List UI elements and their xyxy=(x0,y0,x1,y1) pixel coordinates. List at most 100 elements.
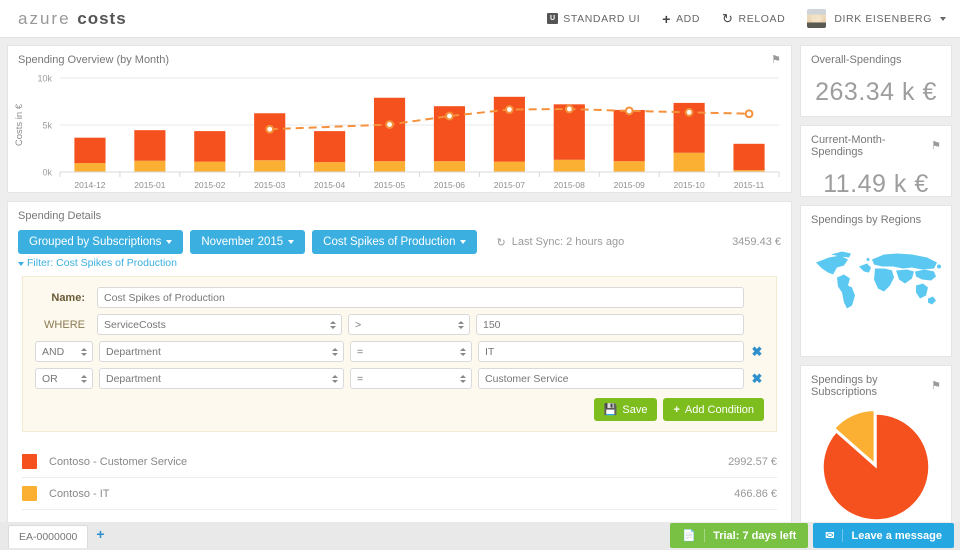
enrollment-tab[interactable]: EA-0000000 xyxy=(8,524,89,548)
table-row[interactable]: Contoso - Customer Service 2992.57 € xyxy=(22,446,777,478)
month-dropdown[interactable]: November 2015 xyxy=(190,230,306,254)
overall-spendings-title: Overall-Spendings xyxy=(811,54,902,66)
svg-text:2015-04: 2015-04 xyxy=(314,180,345,190)
trial-status-button[interactable]: 📄 Trial: 7 days left xyxy=(670,523,809,548)
add-condition-button[interactable]: + Add Condition xyxy=(663,398,764,421)
flag-icon[interactable]: ⚑ xyxy=(931,140,941,152)
svg-text:2015-02: 2015-02 xyxy=(194,180,225,190)
save-button[interactable]: 💾 Save xyxy=(593,398,658,421)
condition-operator-select-1[interactable]: = xyxy=(350,341,472,362)
page-title: Spending Overview (by Month) xyxy=(18,54,170,66)
refresh-icon[interactable]: ↻ xyxy=(496,236,505,249)
nav-standard-ui[interactable]: U STANDARD UI xyxy=(547,13,640,25)
triangle-down-icon xyxy=(18,262,24,266)
bar-chart: 0k 5k 10k Costs in € 2014-12 2015-01 2015-02 20… xyxy=(8,70,785,190)
svg-text:0k: 0k xyxy=(42,168,52,178)
svg-text:2015-01: 2015-01 xyxy=(134,180,165,190)
add-tab-icon[interactable]: + xyxy=(96,526,104,546)
condition-field-select-2[interactable]: Department xyxy=(99,368,344,389)
table-row[interactable]: Contoso - IT 466.86 € xyxy=(22,478,777,510)
spending-overview-header: Spending Overview (by Month) ⚑ xyxy=(8,46,791,70)
add-condition-label: Add Condition xyxy=(684,403,754,416)
condition-value-input-1[interactable]: IT xyxy=(478,341,744,362)
condition-operator-value-1: = xyxy=(357,345,364,358)
world-map-chart[interactable] xyxy=(801,230,951,326)
filter-name-row: Name: Cost Spikes of Production xyxy=(35,287,764,308)
nav-reload-label: RELOAD xyxy=(738,12,786,25)
detail-row-amount: 466.86 € xyxy=(734,487,777,500)
last-sync-text: Last Sync: 2 hours ago xyxy=(511,236,625,248)
save-disk-icon: 💾 xyxy=(603,404,618,416)
chevron-down-icon xyxy=(288,240,295,244)
remove-condition-icon[interactable]: ✖ xyxy=(750,344,764,360)
current-month-spendings-card: Current-Month-Spendings ⚑ 11.49 k € xyxy=(800,125,952,198)
filter-name-input[interactable]: Cost Spikes of Production xyxy=(97,287,744,308)
svg-text:2015-09: 2015-09 xyxy=(614,180,645,190)
flag-icon[interactable]: ⚑ xyxy=(771,54,781,66)
condition-logic-select-2[interactable]: OR xyxy=(35,368,93,389)
page-body: Spending Overview (by Month) ⚑ 0k 5k 10k Co… xyxy=(0,38,960,543)
current-month-spendings-header: Current-Month-Spendings ⚑ xyxy=(801,126,951,162)
plus-icon: + xyxy=(662,10,672,27)
user-menu[interactable]: DIRK EISENBERG xyxy=(807,9,946,28)
envelope-icon: ✉ xyxy=(825,529,844,542)
spinner-icon xyxy=(330,320,336,329)
overall-spendings-card: Overall-Spendings 263.34 k € xyxy=(800,45,952,117)
filter-preset-dropdown[interactable]: Cost Spikes of Production xyxy=(312,230,478,254)
trial-status-label: Trial: 7 days left xyxy=(713,529,797,542)
details-toolbar: Grouped by Subscriptions November 2015 C… xyxy=(8,226,791,254)
condition-field-select-1[interactable]: Department xyxy=(99,341,344,362)
spendings-by-subscriptions-card: Spendings by Subscriptions ⚑ xyxy=(800,365,952,536)
svg-text:2015-03: 2015-03 xyxy=(254,180,285,190)
group-by-label: Grouped by Subscriptions xyxy=(29,236,162,248)
top-nav-items: U STANDARD UI + ADD ↻ RELOAD DIRK EISENB… xyxy=(547,9,946,28)
user-avatar xyxy=(807,9,827,28)
filter-condition-row: OR Department = Customer Service ✖ xyxy=(35,368,764,389)
condition-operator-value-2: = xyxy=(357,372,364,385)
app-logo[interactable]: azure costs xyxy=(18,9,127,29)
chevron-down-icon xyxy=(166,240,173,244)
detail-rows-list: Contoso - Customer Service 2992.57 € Con… xyxy=(22,446,777,510)
spinner-icon xyxy=(332,347,338,356)
filter-disclosure-label: Filter: Cost Spikes of Production xyxy=(27,257,177,269)
condition-field-value-0: ServiceCosts xyxy=(104,318,166,331)
condition-logic-select-1[interactable]: AND xyxy=(35,341,93,362)
leave-a-message-button[interactable]: ✉ Leave a message xyxy=(813,523,954,548)
footer-bar: EA-0000000 + 📄 Trial: 7 days left ✉ Leav… xyxy=(0,522,960,550)
document-icon: 📄 xyxy=(682,529,706,542)
ui-badge-icon: U xyxy=(547,13,559,24)
spending-details-title: Spending Details xyxy=(18,210,102,222)
condition-operator-select-0[interactable]: > xyxy=(348,314,470,335)
color-swatch xyxy=(22,486,37,501)
chevron-down-icon xyxy=(940,16,946,21)
condition-field-select-0[interactable]: ServiceCosts xyxy=(97,314,342,335)
condition-logic-label-where: WHERE xyxy=(44,318,85,331)
pie-chart[interactable] xyxy=(801,402,951,534)
side-column: Overall-Spendings 263.34 k € Current-Mon… xyxy=(800,45,952,536)
flag-icon[interactable]: ⚑ xyxy=(931,380,941,392)
spinner-icon xyxy=(332,374,338,383)
group-by-dropdown[interactable]: Grouped by Subscriptions xyxy=(18,230,184,254)
svg-text:2015-07: 2015-07 xyxy=(494,180,525,190)
spendings-by-subscriptions-header: Spendings by Subscriptions ⚑ xyxy=(801,366,951,402)
nav-standard-ui-label: STANDARD UI xyxy=(563,12,641,25)
filter-disclosure-toggle[interactable]: Filter: Cost Spikes of Production xyxy=(8,254,791,274)
condition-value-input-0[interactable]: 150 xyxy=(476,314,744,335)
footer-actions: 📄 Trial: 7 days left ✉ Leave a message xyxy=(670,523,960,550)
condition-logic-value-2: OR xyxy=(42,372,58,385)
spinner-icon xyxy=(81,374,87,383)
condition-value-input-2[interactable]: Customer Service xyxy=(478,368,744,389)
spendings-by-subscriptions-title: Spendings by Subscriptions xyxy=(811,374,878,398)
spendings-by-regions-header: Spendings by Regions xyxy=(801,206,951,230)
filter-condition-row: WHERE ServiceCosts > 150 xyxy=(35,314,764,335)
nav-add[interactable]: + ADD xyxy=(662,12,700,26)
nav-add-label: ADD xyxy=(676,12,701,25)
overall-spendings-header: Overall-Spendings xyxy=(801,46,951,70)
condition-operator-select-2[interactable]: = xyxy=(350,368,472,389)
spinner-icon xyxy=(460,374,466,383)
remove-condition-icon[interactable]: ✖ xyxy=(750,371,764,387)
detail-row-amount: 2992.57 € xyxy=(728,455,777,468)
plus-icon: + xyxy=(673,403,680,416)
svg-text:5k: 5k xyxy=(42,121,52,131)
nav-reload[interactable]: ↻ RELOAD xyxy=(722,11,785,27)
